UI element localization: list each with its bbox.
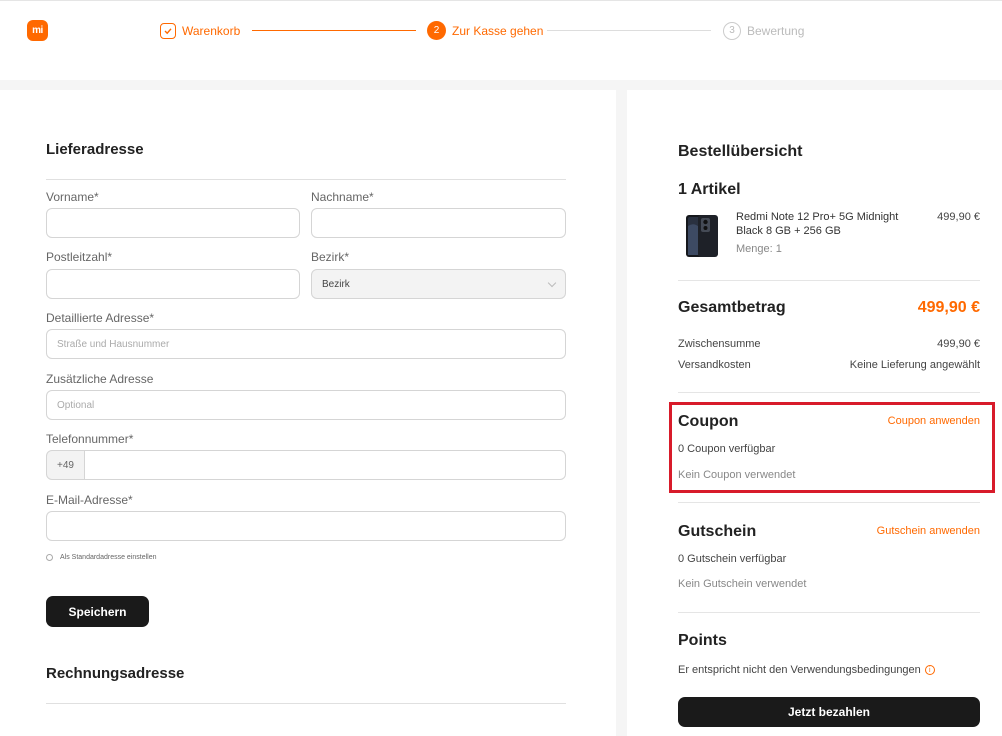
pay-now-button[interactable]: Jetzt bezahlen — [678, 697, 980, 727]
step-label: Zur Kasse gehen — [452, 23, 544, 38]
shipping-title: Lieferadresse — [46, 141, 144, 158]
address-input[interactable]: Straße und Hausnummer — [46, 329, 566, 359]
step-connector — [252, 30, 416, 31]
subtotal-value: 499,90 € — [937, 338, 980, 350]
district-value: Bezirk — [322, 278, 350, 290]
last-name-input[interactable] — [311, 208, 566, 238]
zip-label: Postleitzahl* — [46, 250, 113, 264]
extra-address-placeholder: Optional — [57, 399, 95, 411]
first-name-input[interactable] — [46, 208, 300, 238]
divider — [678, 280, 980, 281]
first-name-label: Vorname* — [46, 190, 99, 204]
extra-address-input[interactable]: Optional — [46, 390, 566, 420]
summary-title: Bestellübersicht — [678, 143, 803, 160]
divider — [46, 703, 566, 704]
billing-title: Rechnungsadresse — [46, 665, 185, 682]
address-form-panel: Lieferadresse Vorname* Nachname* Postlei… — [0, 90, 616, 736]
email-input[interactable] — [46, 511, 566, 541]
product-name-line2: Black 8 GB + 256 GB — [736, 225, 841, 237]
shipping-cost-value: Keine Lieferung angewählt — [849, 359, 980, 371]
voucher-title: Gutschein — [678, 523, 757, 540]
apply-voucher-link[interactable]: Gutschein anwenden — [877, 525, 980, 537]
address-label: Detaillierte Adresse* — [46, 311, 155, 325]
product-image — [686, 215, 718, 257]
phone-prefix[interactable]: +49 — [46, 450, 85, 480]
divider — [678, 392, 980, 393]
subtotal-label: Zwischensumme — [678, 338, 761, 350]
last-name-label: Nachname* — [311, 190, 374, 204]
step-checkout: 2 Zur Kasse gehen — [427, 20, 543, 41]
voucher-available: 0 Gutschein verfügbar — [678, 553, 787, 565]
product-price: 499,90 € — [937, 211, 980, 223]
step-label: Warenkorb — [182, 23, 241, 38]
divider — [678, 612, 980, 613]
shipping-cost-label: Versandkosten — [678, 359, 751, 371]
chevron-down-icon — [547, 278, 557, 287]
step-connector — [547, 30, 711, 31]
default-address-checkbox[interactable] — [46, 554, 53, 561]
divider — [46, 179, 566, 180]
info-icon[interactable]: i — [924, 665, 935, 676]
total-value: 499,90 € — [917, 299, 980, 316]
product-name-line1: Redmi Note 12 Pro+ 5G Midnight — [736, 211, 899, 223]
brand-logo[interactable]: mi — [27, 20, 48, 41]
item-count: 1 Artikel — [678, 181, 741, 198]
step-label: Bewertung — [747, 23, 805, 38]
step-cart[interactable]: Warenkorb — [160, 20, 240, 41]
district-label: Bezirk* — [311, 250, 350, 264]
phone-label: Telefonnummer* — [46, 432, 134, 446]
voucher-used: Kein Gutschein verwendet — [678, 578, 807, 590]
save-button[interactable]: Speichern — [46, 596, 149, 627]
check-icon — [160, 22, 176, 39]
step-number: 3 — [723, 21, 741, 40]
default-address-option[interactable]: Als Standardadresse einstellen — [46, 554, 157, 561]
district-select[interactable]: Bezirk — [311, 269, 566, 299]
product-quantity: Menge: 1 — [736, 243, 782, 255]
checkout-header: mi Warenkorb 2 Zur Kasse gehen 3 Bewertu… — [0, 0, 1002, 80]
total-label: Gesamtbetrag — [678, 299, 786, 316]
email-label: E-Mail-Adresse* — [46, 493, 133, 507]
coupon-highlight-box — [669, 402, 995, 493]
step-number: 2 — [427, 21, 446, 40]
phone-input[interactable] — [84, 450, 566, 480]
points-title: Points — [678, 632, 727, 649]
step-review: 3 Bewertung — [723, 20, 804, 41]
address-placeholder: Straße und Hausnummer — [57, 338, 170, 350]
default-address-label: Als Standardadresse einstellen — [60, 554, 157, 561]
extra-address-label: Zusätzliche Adresse — [46, 372, 154, 386]
divider — [678, 502, 980, 503]
points-note: Er entspricht nicht den Verwendungsbedin… — [678, 664, 921, 676]
points-note-row: Er entspricht nicht den Verwendungsbedin… — [678, 664, 935, 676]
zip-input[interactable] — [46, 269, 300, 299]
